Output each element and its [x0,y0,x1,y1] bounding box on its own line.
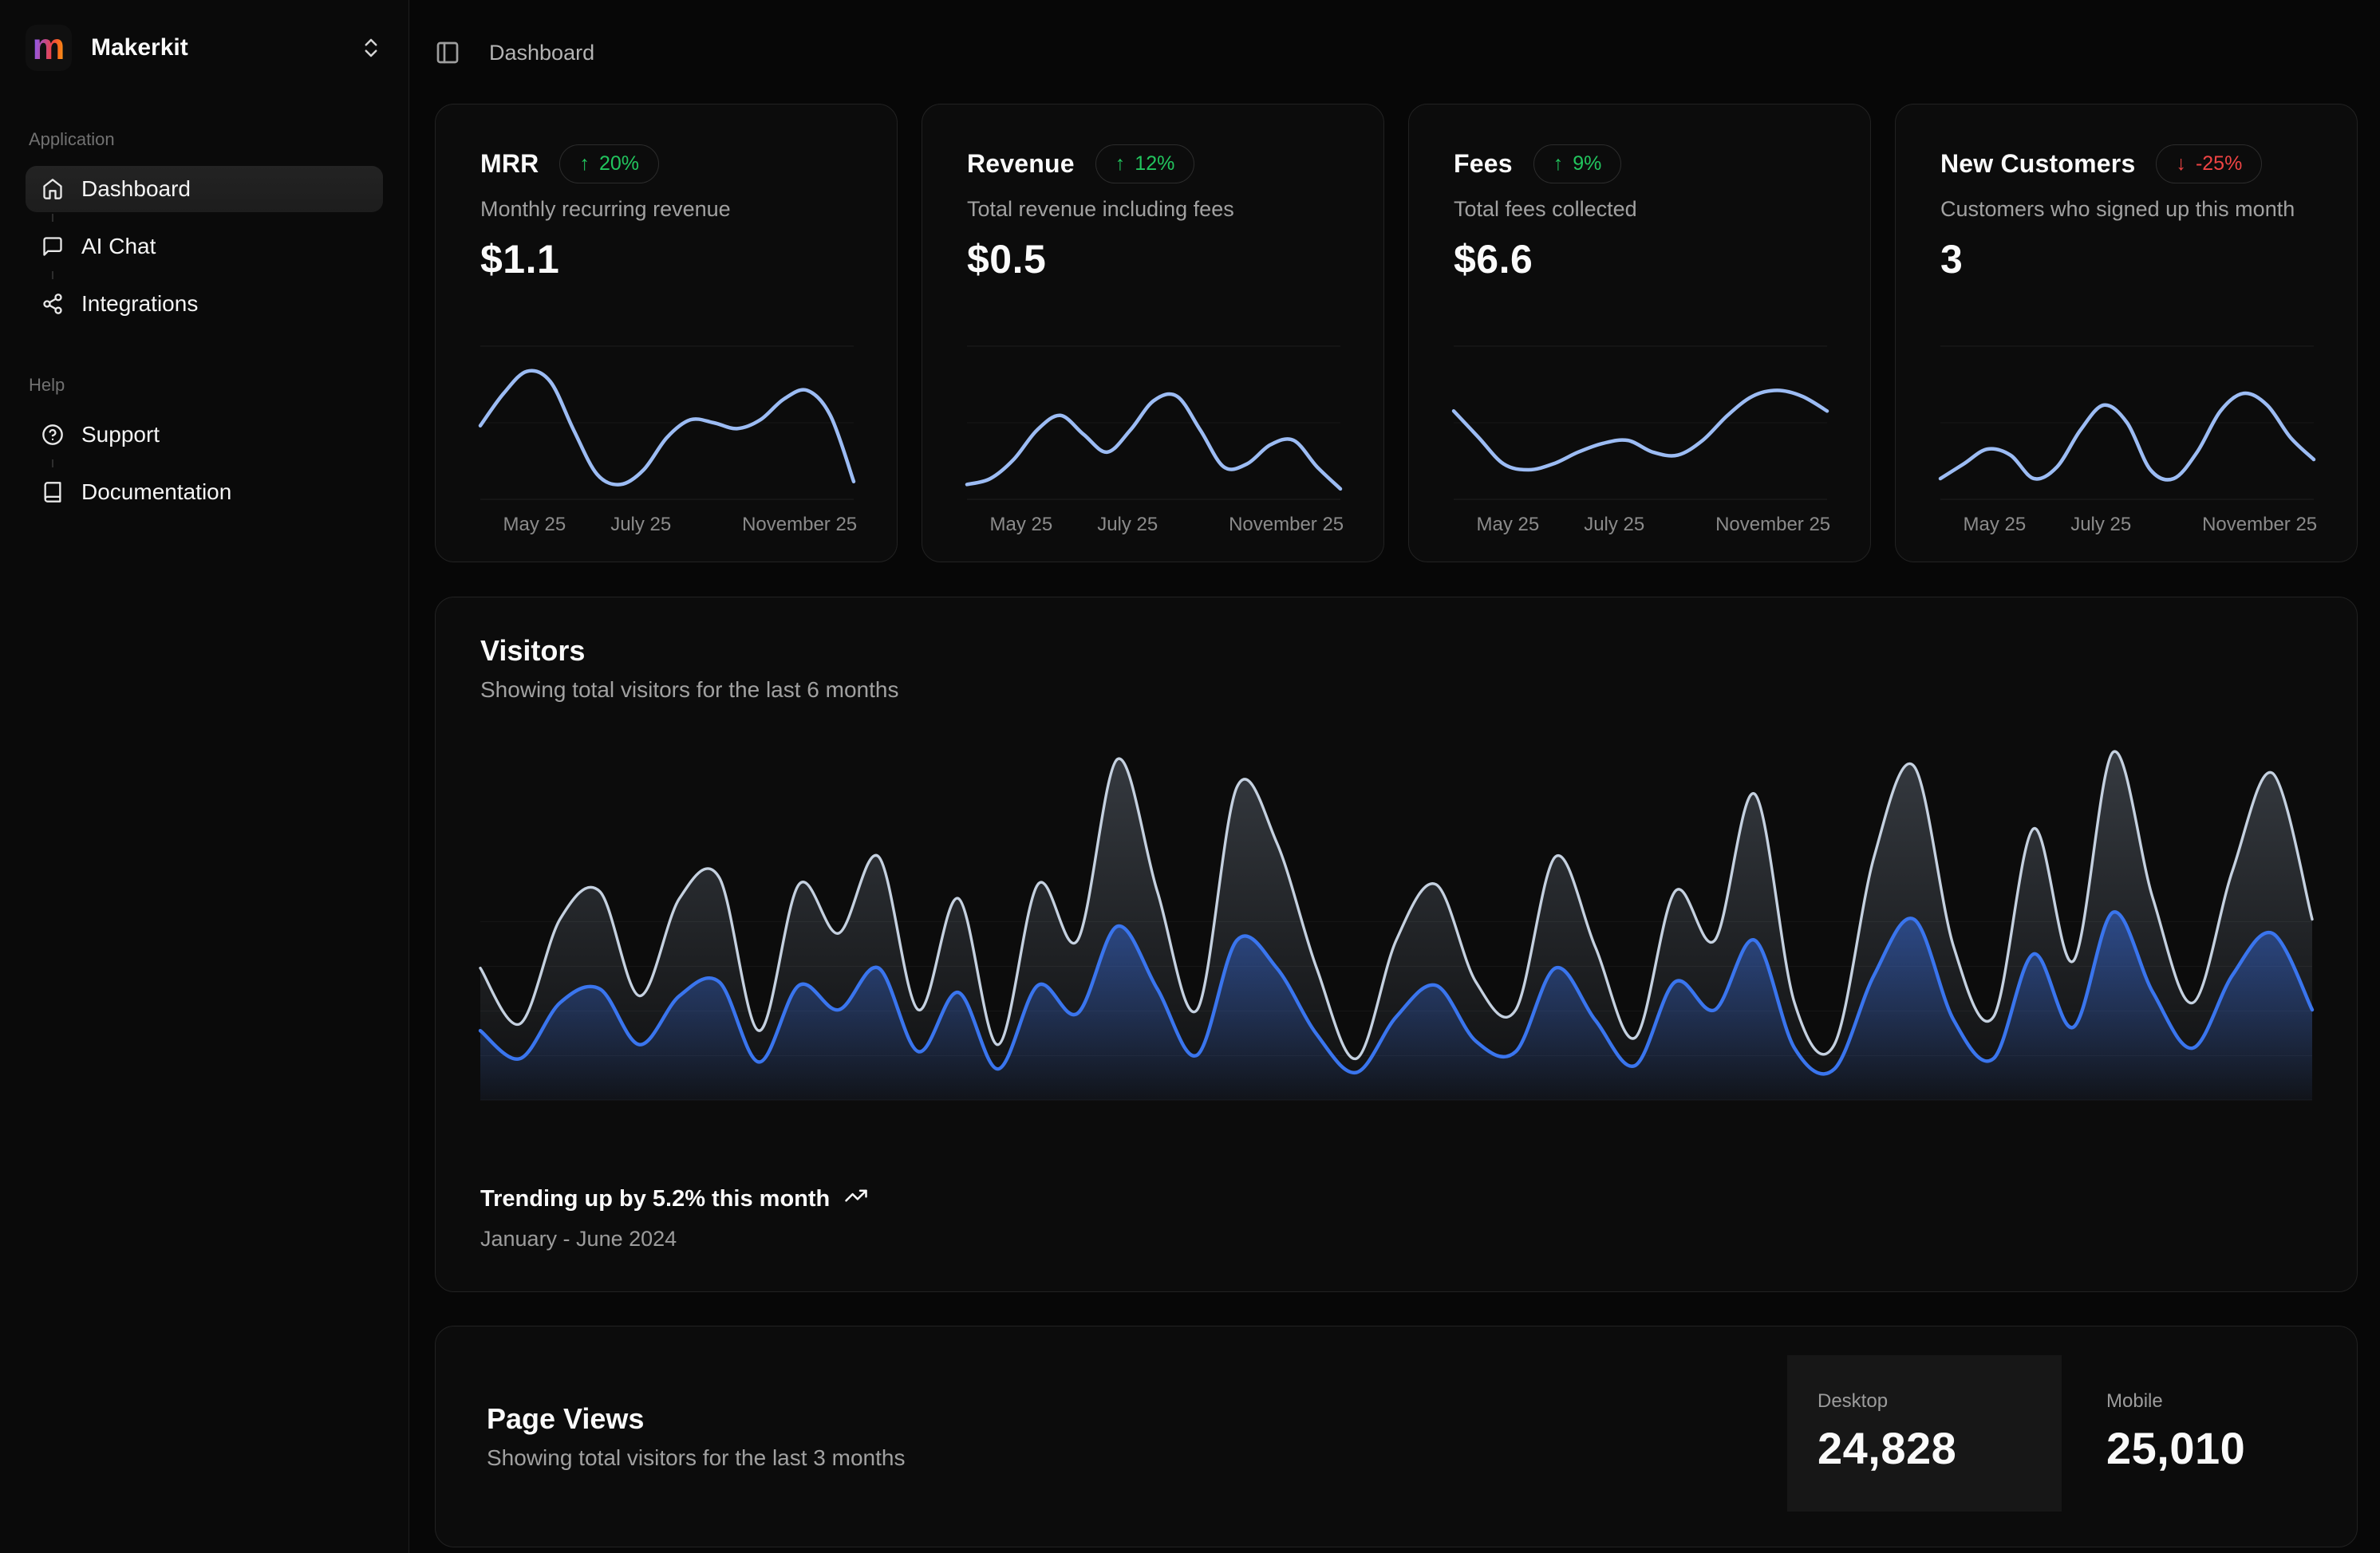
share-icon [41,293,64,315]
new-customers-sparkline-chart: May 25 July 25 November 25 [1940,345,2314,562]
page-views-header: Page Views Showing total visitors for th… [436,1402,905,1471]
stat-title: MRR [480,149,539,179]
nav-section-help: Help Support Documentation [26,375,383,515]
sidebar-item-label: Integrations [81,291,198,317]
visitors-title: Visitors [480,634,2312,668]
stat-card-revenue: Revenue ↑12% Total revenue including fee… [922,104,1384,562]
stat-subtitle: Monthly recurring revenue [480,197,854,222]
chat-icon [41,235,64,258]
stat-value: $6.6 [1454,236,1827,282]
page-views-title: Page Views [487,1402,905,1436]
workspace-selector[interactable]: m Makerkit [26,22,383,73]
sidebar: m Makerkit Application Dashboard AI Chat [0,0,409,1553]
x-tick: July 25 [1584,514,1644,536]
stat-card-fees: Fees ↑9% Total fees collected $6.6 May 2… [1408,104,1871,562]
stat-value: $0.5 [967,236,1340,282]
nav-connector [26,458,383,469]
stat-value: 24,828 [1818,1422,2031,1474]
main-content: Dashboard MRR ↑20% Monthly recurring rev… [409,0,2380,1553]
x-tick: May 25 [1477,514,1540,536]
trend-text: Trending up by 5.2% this month [480,1186,830,1212]
arrow-up-icon: ↑ [1115,152,1126,175]
sparkline-x-axis: May 25 July 25 November 25 [480,514,854,541]
x-tick: November 25 [1229,514,1344,536]
page-views-card: Page Views Showing total visitors for th… [435,1326,2358,1547]
arrow-down-icon: ↓ [2176,152,2186,175]
stat-value: 3 [1940,236,2314,282]
nav-section-label: Application [26,129,383,150]
nav-connector [26,270,383,281]
sidebar-toggle-icon[interactable] [435,40,460,65]
sparkline-x-axis: May 25 July 25 November 25 [1940,514,2314,541]
stat-value: 25,010 [2106,1422,2274,1474]
x-tick: July 25 [2070,514,2131,536]
stat-card-new-customers: New Customers ↓-25% Customers who signed… [1895,104,2358,562]
visitors-subtitle: Showing total visitors for the last 6 mo… [480,677,2312,703]
sidebar-item-ai-chat[interactable]: AI Chat [26,223,383,270]
sparkline-x-axis: May 25 July 25 November 25 [1454,514,1827,541]
date-range: January - June 2024 [480,1227,2312,1251]
stat-label: Desktop [1818,1390,2031,1413]
x-tick: July 25 [610,514,671,536]
help-circle-icon [41,424,64,446]
breadcrumb: Dashboard [489,41,594,65]
x-tick: November 25 [742,514,857,536]
brand-name: Makerkit [91,34,188,61]
x-tick: May 25 [1964,514,2027,536]
stat-title: Revenue [967,149,1075,179]
visitors-card: Visitors Showing total visitors for the … [435,597,2358,1292]
page-views-stats: Desktop 24,828 Mobile 25,010 [1787,1355,2304,1512]
logo-letter: m [33,28,65,65]
sidebar-item-documentation[interactable]: Documentation [26,469,383,515]
trend-badge: ↑12% [1095,144,1195,183]
trend-badge: ↓-25% [2156,144,2262,183]
stat-subtitle: Total revenue including fees [967,197,1340,222]
sidebar-item-support[interactable]: Support [26,412,383,458]
x-tick: November 25 [2202,514,2317,536]
home-icon [41,178,64,200]
makerkit-logo: m [26,25,72,71]
sidebar-item-label: Documentation [81,479,231,505]
stat-value: $1.1 [480,236,854,282]
chevrons-up-down-icon [359,36,383,60]
nav-connector [26,212,383,223]
sidebar-item-label: Support [81,422,160,447]
desktop-stat-button[interactable]: Desktop 24,828 [1787,1355,2062,1512]
x-tick: May 25 [503,514,566,536]
fees-sparkline-chart: May 25 July 25 November 25 [1454,345,1827,562]
mobile-stat-button[interactable]: Mobile 25,010 [2076,1355,2304,1512]
x-tick: November 25 [1715,514,1830,536]
stat-card-mrr: MRR ↑20% Monthly recurring revenue $1.1 … [435,104,898,562]
sidebar-item-integrations[interactable]: Integrations [26,281,383,327]
stat-cards-row: MRR ↑20% Monthly recurring revenue $1.1 … [435,104,2358,562]
stat-subtitle: Customers who signed up this month [1940,197,2314,222]
x-tick: May 25 [990,514,1053,536]
arrow-up-icon: ↑ [579,152,590,175]
visitors-footer: Trending up by 5.2% this month January -… [480,1184,2312,1251]
arrow-up-icon: ↑ [1553,152,1564,175]
book-icon [41,481,64,503]
revenue-sparkline-chart: May 25 July 25 November 25 [967,345,1340,562]
x-tick: July 25 [1097,514,1158,536]
stat-title: New Customers [1940,149,2135,179]
stat-label: Mobile [2106,1390,2274,1413]
mrr-sparkline-chart: May 25 July 25 November 25 [480,345,854,562]
sidebar-item-label: Dashboard [81,176,191,202]
nav-section-application: Application Dashboard AI Chat Integratio… [26,129,383,327]
stat-subtitle: Total fees collected [1454,197,1827,222]
trending-up-icon [844,1184,868,1214]
nav-section-label: Help [26,375,383,396]
sidebar-item-label: AI Chat [81,234,156,259]
sparkline-x-axis: May 25 July 25 November 25 [967,514,1340,541]
trend-badge: ↑20% [559,144,659,183]
sidebar-item-dashboard[interactable]: Dashboard [26,166,383,212]
trend-badge: ↑9% [1533,144,1622,183]
topbar: Dashboard [435,35,2358,70]
page-views-subtitle: Showing total visitors for the last 3 mo… [487,1445,905,1471]
visitors-area-chart [480,752,2312,1101]
stat-title: Fees [1454,149,1513,179]
